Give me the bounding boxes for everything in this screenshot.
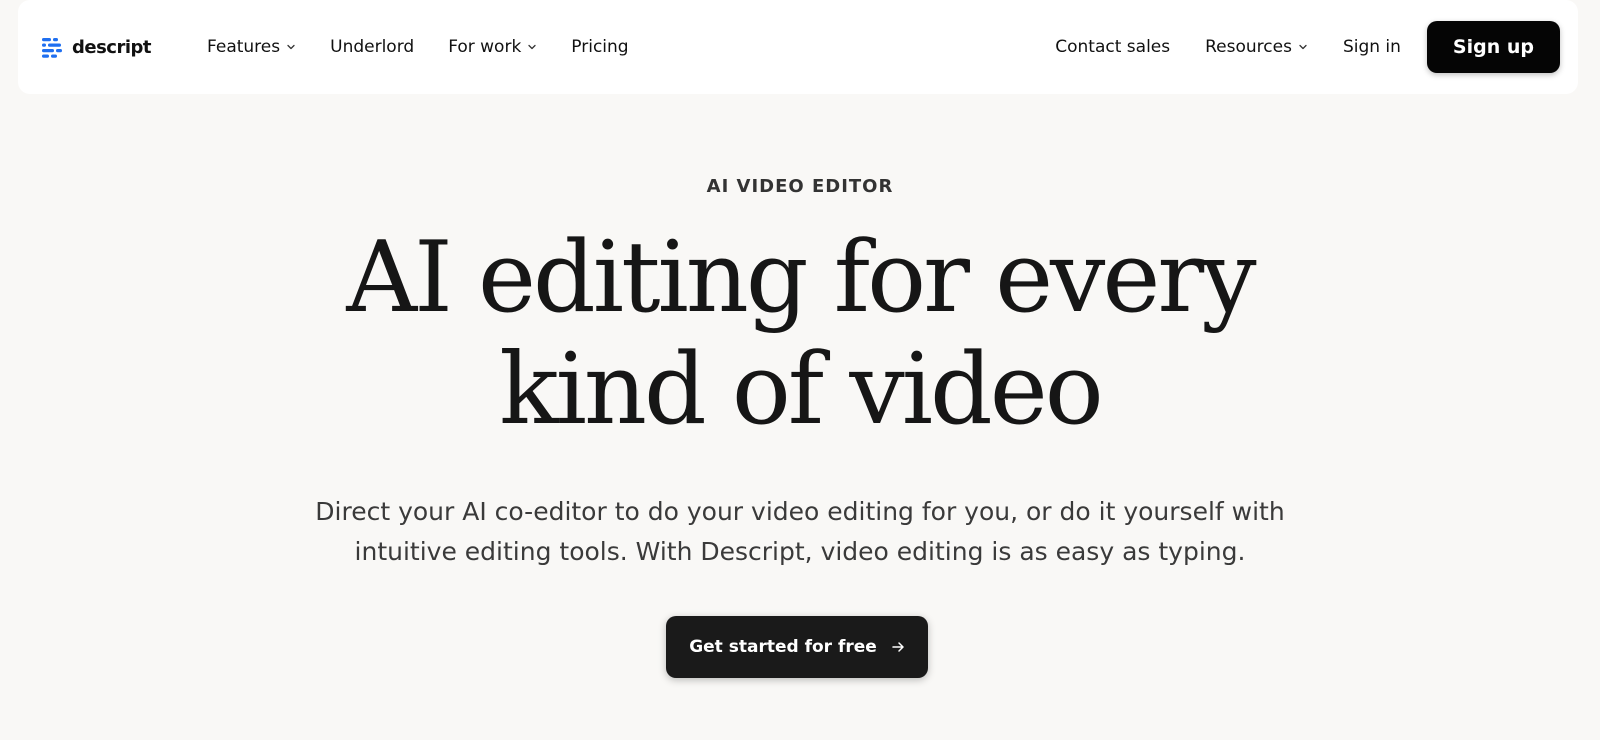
nav-item-for-work[interactable]: For work: [448, 37, 537, 57]
sign-up-button[interactable]: Sign up: [1426, 21, 1560, 73]
top-nav: descript Features Underlord For work Pri…: [18, 0, 1578, 94]
nav-item-label: Contact sales: [1055, 37, 1171, 57]
nav-item-label: Pricing: [571, 37, 629, 57]
arrow-right-icon: [892, 642, 904, 652]
hero-eyebrow: AI VIDEO EDITOR: [706, 176, 894, 197]
descript-logo-icon: [42, 38, 62, 58]
chevron-down-icon: [287, 44, 295, 50]
chevron-down-icon: [1299, 44, 1307, 50]
primary-nav: Features Underlord For work Pricing: [207, 37, 663, 57]
nav-item-pricing[interactable]: Pricing: [571, 37, 628, 57]
chevron-down-icon: [528, 44, 536, 50]
hero-headline-line-2: kind of video: [499, 333, 1104, 447]
nav-item-underlord[interactable]: Underlord: [330, 37, 414, 57]
nav-item-label: Sign in: [1342, 37, 1401, 57]
nav-item-sign-in[interactable]: Sign in: [1343, 37, 1401, 57]
nav-item-label: Underlord: [330, 37, 415, 57]
get-started-button[interactable]: Get started for free: [666, 616, 928, 678]
hero-section: AI VIDEO EDITOR AI editing for every kin…: [0, 94, 1600, 740]
brand-name: descript: [72, 36, 152, 58]
get-started-label: Get started for free: [689, 637, 877, 657]
nav-item-resources[interactable]: Resources: [1205, 37, 1308, 57]
nav-item-label: For work: [448, 37, 522, 57]
nav-item-features[interactable]: Features: [207, 37, 296, 57]
nav-item-label: Resources: [1205, 37, 1292, 57]
nav-item-label: Features: [207, 37, 281, 57]
secondary-nav: Contact sales Resources Sign in Sign up: [1020, 21, 1560, 73]
hero-subheading-line-2: intuitive editing tools. With Descript, …: [354, 537, 1246, 566]
hero-headline: AI editing for every kind of video: [0, 222, 1600, 446]
logo[interactable]: descript: [42, 36, 152, 58]
hero-subheading-line-1: Direct your AI co-editor to do your vide…: [315, 497, 1285, 526]
hero-subheading: Direct your AI co-editor to do your vide…: [0, 492, 1600, 572]
hero-headline-line-1: AI editing for every: [346, 221, 1256, 335]
nav-item-contact-sales[interactable]: Contact sales: [1055, 37, 1170, 57]
